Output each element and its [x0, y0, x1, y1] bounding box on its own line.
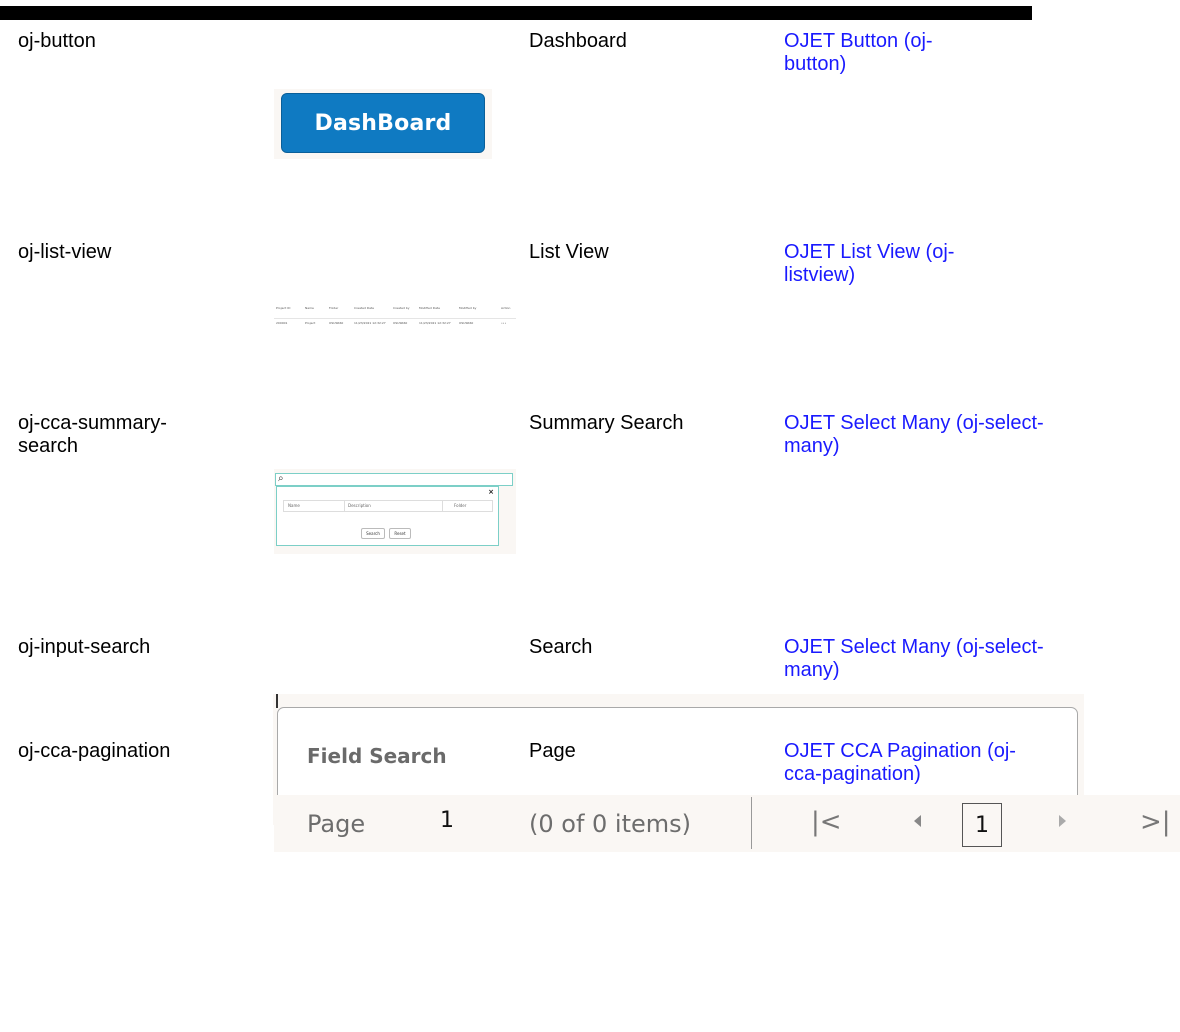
doc-link[interactable]: OJET Select Many (oj-select-many): [784, 636, 1044, 682]
first-page-icon[interactable]: |<: [811, 807, 842, 837]
summary-search-table: Name Description Folder: [283, 500, 493, 512]
current-page-button[interactable]: 1: [962, 803, 1002, 847]
list-header-cell: Folder: [329, 306, 339, 310]
list-cell: OSUSR60: [459, 321, 474, 325]
column-header: Description: [348, 503, 371, 508]
list-header-row: Project ID Name Folder Created Date Crea…: [274, 304, 516, 314]
summary-search-preview: ⌕ × Name Description Folder Search Reset: [274, 469, 516, 554]
close-icon[interactable]: ×: [488, 488, 494, 496]
component-name: oj-input-search: [18, 636, 151, 658]
list-cell: 11/23/2021 12:32:27: [419, 321, 451, 325]
summary-search-panel: × Name Description Folder Search Reset: [276, 486, 499, 546]
last-page-icon[interactable]: >|: [1140, 807, 1171, 837]
component-label: List View: [529, 241, 609, 263]
summary-search-input[interactable]: ⌕: [275, 473, 513, 486]
search-button[interactable]: Search: [361, 528, 385, 539]
column-divider: [344, 501, 345, 511]
page-label: Page: [307, 810, 366, 838]
component-name: oj-button: [18, 30, 96, 52]
next-page-icon[interactable]: [1059, 815, 1066, 827]
list-item[interactable]: 200001 Project OSUSR60 11/23/2021 12:32:…: [274, 318, 516, 329]
component-label: Search: [529, 636, 593, 658]
column-header: Name: [288, 503, 300, 508]
list-header-cell: Modified Date: [419, 306, 440, 310]
list-header-cell: Created Date: [354, 306, 374, 310]
doc-link[interactable]: OJET CCA Pagination (oj-cca-pagination): [784, 740, 1044, 786]
column-divider: [442, 501, 443, 511]
component-label: Page: [529, 740, 576, 762]
list-cell: 200001: [276, 321, 288, 325]
list-header-cell: Project ID: [276, 306, 291, 310]
list-header-cell: Modified by: [459, 306, 477, 310]
items-count: (0 of 0 items): [529, 810, 692, 838]
component-name: oj-cca-summary-search: [18, 412, 167, 457]
list-cell: OSUSR60: [393, 321, 408, 325]
top-rule: [0, 6, 1032, 20]
doc-link[interactable]: OJET Select Many (oj-select-many): [784, 412, 1044, 458]
list-cell: OSUSR60: [329, 321, 344, 325]
component-name: oj-list-view: [18, 241, 112, 263]
component-name: oj-cca-pagination: [18, 740, 171, 762]
column-header: Folder: [454, 503, 467, 508]
list-cell: 11/23/2021 12:32:27: [354, 321, 386, 325]
text-cursor: [276, 694, 278, 708]
doc-link[interactable]: OJET List View (oj-listview): [784, 241, 1004, 287]
list-header-cell: Action: [501, 306, 511, 310]
list-header-cell: Created by: [393, 306, 410, 310]
dashboard-button[interactable]: DashBoard: [281, 93, 485, 153]
component-label: Dashboard: [529, 30, 627, 52]
previous-page-icon[interactable]: [914, 815, 921, 827]
list-view-preview: Project ID Name Folder Created Date Crea…: [274, 302, 516, 328]
page-input[interactable]: 1: [440, 808, 454, 833]
doc-link[interactable]: OJET Button (oj-button): [784, 30, 984, 76]
pagination-preview: Page 1 (0 of 0 items) |< 1 >|: [274, 795, 1180, 852]
row-actions-icon[interactable]: •••: [501, 321, 506, 325]
list-header-cell: Name: [305, 306, 314, 310]
component-label: Summary Search: [529, 412, 684, 434]
dashboard-button-preview: DashBoard: [274, 89, 492, 159]
divider: [751, 797, 752, 849]
reset-button[interactable]: Reset: [389, 528, 411, 539]
list-cell: Project: [305, 321, 316, 325]
field-search-placeholder: Field Search: [307, 744, 447, 768]
search-icon: ⌕: [278, 473, 284, 484]
